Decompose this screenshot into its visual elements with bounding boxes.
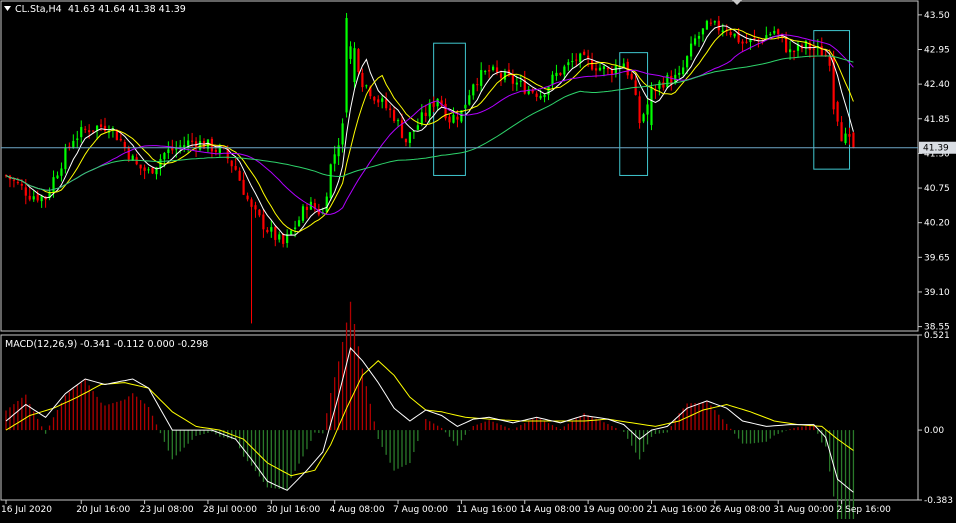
chart-canvas[interactable]: 43.5042.9542.4041.8541.3040.7540.2039.65… (0, 0, 956, 523)
price-tick-label: 39.65 (924, 253, 950, 263)
candle (345, 12, 348, 118)
current-price-label: 41.39 (923, 144, 949, 154)
macd-tick-label: -0.383 (924, 496, 953, 506)
price-tick-label: 41.85 (924, 115, 950, 125)
time-tick-label: 21 Aug 16:00 (646, 505, 707, 515)
time-tick-label: 14 Aug 08:00 (520, 505, 581, 515)
time-tick-label: 2 Sep 16:00 (837, 505, 892, 515)
time-tick-label: 30 Jul 16:00 (266, 505, 320, 515)
price-tick-label: 42.40 (924, 80, 950, 90)
ohlc-values: 41.63 41.64 41.38 41.39 (68, 4, 186, 15)
candle (64, 143, 67, 174)
time-tick-label: 4 Aug 08:00 (330, 505, 385, 515)
price-tick-label: 39.10 (924, 288, 950, 298)
candle (353, 42, 356, 89)
macd-tick-label: 0.00 (924, 426, 944, 436)
time-tick-label: 28 Jul 00:00 (203, 505, 257, 515)
time-tick-label: 23 Jul 08:00 (140, 505, 194, 515)
time-tick-label: 11 Aug 16:00 (456, 505, 517, 515)
time-tick-label: 19 Aug 00:00 (583, 505, 644, 515)
price-tick-label: 43.50 (924, 11, 950, 21)
candle (705, 19, 709, 30)
chart-background (0, 0, 956, 519)
macd-header: MACD(12,26,9) -0.341 -0.112 0.000 -0.298 (5, 339, 208, 350)
candle (464, 104, 467, 109)
time-tick-label: 31 Aug 00:00 (773, 505, 834, 515)
candle (301, 204, 305, 223)
price-tick-label: 42.95 (924, 45, 950, 55)
candle (151, 167, 154, 175)
current-price-tag: 41.39 (919, 141, 956, 154)
time-tick-label: 7 Aug 00:00 (393, 505, 448, 515)
price-tick-label: 40.75 (924, 184, 950, 194)
time-tick-label: 20 Jul 16:00 (76, 505, 130, 515)
candle (357, 48, 360, 75)
time-tick-label: 16 Jul 2020 (1, 505, 52, 515)
candle (832, 50, 835, 115)
candle (852, 131, 855, 149)
trading-chart[interactable]: 43.50 42.95 42.40 41.85 41.30 40.75 40.20 39.65… (0, 0, 956, 523)
candle (650, 82, 653, 131)
symbol-label: CL.Sta,H4 (15, 4, 62, 15)
chart-header: CL.Sta,H4 41.63 41.64 41.38 41.39 (4, 4, 186, 15)
candle (329, 163, 332, 201)
time-tick-label: 26 Aug 08:00 (710, 505, 771, 515)
macd-tick-label: 0.521 (924, 331, 950, 341)
price-tick-label: 40.20 (924, 219, 950, 229)
